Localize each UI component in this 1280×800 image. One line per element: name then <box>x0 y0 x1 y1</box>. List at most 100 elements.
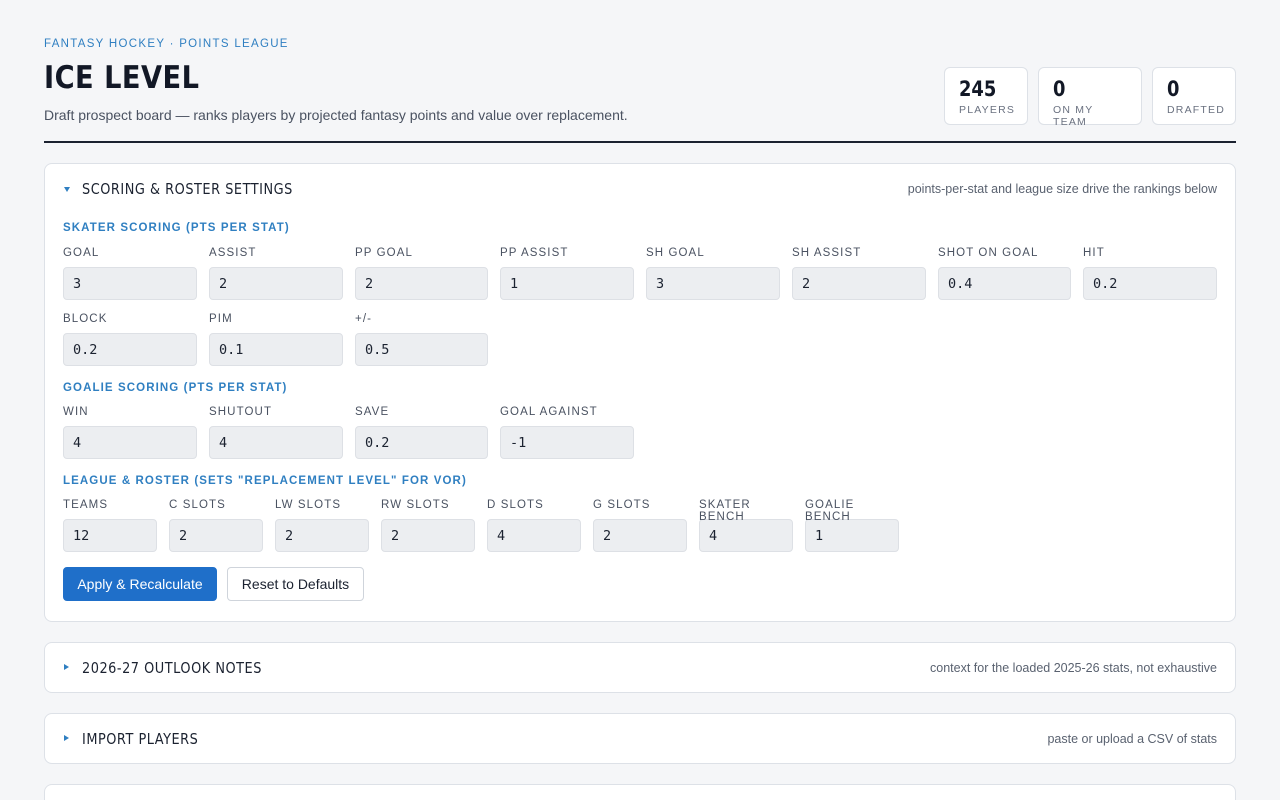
field-lw-slots: LW SLOTS <box>275 499 369 552</box>
c-slots-input[interactable] <box>169 519 263 552</box>
field-pim: PIM <box>209 313 343 366</box>
field-save: SAVE <box>355 406 488 459</box>
app-eyebrow: FANTASY HOCKEY · POINTS LEAGUE <box>44 38 289 50</box>
app-title: ICE LEVEL <box>44 60 200 96</box>
field-label: GOAL AGAINST <box>500 406 598 418</box>
field-label: ASSIST <box>209 247 257 259</box>
rw-slots-input[interactable] <box>381 519 475 552</box>
pp-assist-input[interactable] <box>500 267 634 300</box>
field-goal-against: GOAL AGAINST <box>500 406 634 459</box>
panel-note: points-per-stat and league size drive th… <box>907 182 1217 196</box>
field-goalie-bench: GOALIE BENCH <box>805 499 899 552</box>
field-rw-slots: RW SLOTS <box>381 499 475 552</box>
field-plus-minus: +/- <box>355 313 488 366</box>
field-label: SH ASSIST <box>792 247 862 259</box>
outlook-notes-toggle[interactable]: 2026-27 OUTLOOK NOTES context for the lo… <box>45 643 1235 693</box>
field-label: BLOCK <box>63 313 108 325</box>
reset-defaults-button[interactable]: Reset to Defaults <box>227 567 364 601</box>
lw-slots-input[interactable] <box>275 519 369 552</box>
field-block: BLOCK <box>63 313 197 366</box>
field-label: SKATER BENCH <box>699 499 751 523</box>
outlook-notes-panel: 2026-27 OUTLOOK NOTES context for the lo… <box>44 642 1236 693</box>
field-label: LW SLOTS <box>275 499 342 511</box>
goalie-scoring-heading: GOALIE SCORING (PTS PER STAT) <box>63 382 288 394</box>
field-label: TEAMS <box>63 499 109 511</box>
field-shutout: SHUTOUT <box>209 406 343 459</box>
field-teams: TEAMS <box>63 499 157 552</box>
import-players-toggle[interactable]: IMPORT PLAYERS paste or upload a CSV of … <box>45 714 1235 764</box>
skater-bench-input[interactable] <box>699 519 793 552</box>
field-label: HIT <box>1083 247 1105 259</box>
assist-input[interactable] <box>209 267 343 300</box>
apply-recalculate-button[interactable]: Apply & Recalculate <box>63 567 217 601</box>
scoring-settings-toggle[interactable]: SCORING & ROSTER SETTINGS points-per-sta… <box>45 164 1235 214</box>
pim-input[interactable] <box>209 333 343 366</box>
field-label: PP ASSIST <box>500 247 569 259</box>
goal-input[interactable] <box>63 267 197 300</box>
win-input[interactable] <box>63 426 197 459</box>
g-slots-input[interactable] <box>593 519 687 552</box>
field-sh-assist: SH ASSIST <box>792 247 926 300</box>
header-divider <box>44 141 1236 143</box>
field-c-slots: C SLOTS <box>169 499 263 552</box>
hit-input[interactable] <box>1083 267 1217 300</box>
field-label: SHOT ON GOAL <box>938 247 1039 259</box>
app-subtitle: Draft prospect board — ranks players by … <box>44 107 628 123</box>
field-win: WIN <box>63 406 197 459</box>
teams-input[interactable] <box>63 519 157 552</box>
shutout-input[interactable] <box>209 426 343 459</box>
panel-note: paste or upload a CSV of stats <box>1047 732 1217 746</box>
field-label: SHUTOUT <box>209 406 273 418</box>
field-label: C SLOTS <box>169 499 226 511</box>
stat-value: 0 <box>1053 77 1066 101</box>
goal-against-input[interactable] <box>500 426 634 459</box>
shot-on-goal-input[interactable] <box>938 267 1071 300</box>
field-label: G SLOTS <box>593 499 651 511</box>
stat-on-my-team: 0 ON MY TEAM <box>1038 67 1142 128</box>
field-label: SH GOAL <box>646 247 705 259</box>
pp-goal-input[interactable] <box>355 267 488 300</box>
caret-right-icon <box>64 735 69 741</box>
field-hit: HIT <box>1083 247 1217 300</box>
stat-value: 245 <box>959 77 997 101</box>
block-input[interactable] <box>63 333 197 366</box>
stat-drafted: 0 DRAFTED <box>1152 67 1236 125</box>
stat-players: 245 PLAYERS <box>944 67 1028 125</box>
field-shot-on-goal: SHOT ON GOAL <box>938 247 1071 300</box>
field-pp-assist: PP ASSIST <box>500 247 634 300</box>
goalie-bench-input[interactable] <box>805 519 899 552</box>
next-panel <box>44 784 1236 800</box>
stat-value: 0 <box>1167 77 1180 101</box>
save-input[interactable] <box>355 426 488 459</box>
field-pp-goal: PP GOAL <box>355 247 488 300</box>
field-label: +/- <box>355 313 373 325</box>
plus-minus-input[interactable] <box>355 333 488 366</box>
scoring-settings-panel: SCORING & ROSTER SETTINGS points-per-sta… <box>44 163 1236 622</box>
field-label: GOAL <box>63 247 100 259</box>
panel-note: context for the loaded 2025-26 stats, no… <box>930 661 1217 675</box>
stat-label: DRAFTED <box>1167 104 1225 116</box>
stats-bar: 245 PLAYERS 0 ON MY TEAM 0 DRAFTED <box>944 67 1236 128</box>
skater-scoring-heading: SKATER SCORING (PTS PER STAT) <box>63 222 290 234</box>
field-label: GOALIE BENCH <box>805 499 855 523</box>
field-label: PP GOAL <box>355 247 413 259</box>
panel-title: SCORING & ROSTER SETTINGS <box>82 180 293 198</box>
caret-right-icon <box>64 664 69 670</box>
field-goal: GOAL <box>63 247 197 300</box>
panel-title: IMPORT PLAYERS <box>82 730 199 748</box>
field-label: PIM <box>209 313 233 325</box>
sh-assist-input[interactable] <box>792 267 926 300</box>
caret-down-icon <box>64 187 70 192</box>
field-label: WIN <box>63 406 89 418</box>
field-d-slots: D SLOTS <box>487 499 581 552</box>
field-label: SAVE <box>355 406 390 418</box>
d-slots-input[interactable] <box>487 519 581 552</box>
field-label: RW SLOTS <box>381 499 450 511</box>
field-sh-goal: SH GOAL <box>646 247 780 300</box>
field-assist: ASSIST <box>209 247 343 300</box>
field-label: D SLOTS <box>487 499 544 511</box>
field-skater-bench: SKATER BENCH <box>699 499 793 552</box>
sh-goal-input[interactable] <box>646 267 780 300</box>
import-players-panel: IMPORT PLAYERS paste or upload a CSV of … <box>44 713 1236 764</box>
league-roster-heading: LEAGUE & ROSTER (SETS "REPLACEMENT LEVEL… <box>63 475 467 487</box>
